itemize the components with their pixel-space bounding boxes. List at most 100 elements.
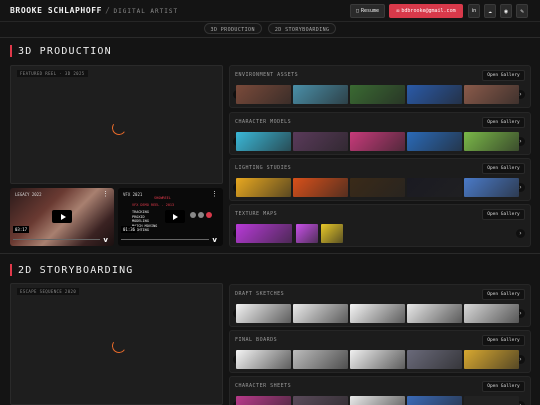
video-duration: 01:36: [121, 226, 138, 233]
carousel-next-icon[interactable]: ›: [516, 229, 525, 238]
gallery-thumbnail[interactable]: [464, 304, 519, 323]
more-options-icon[interactable]: ⋮: [211, 190, 218, 198]
brand-separator: /: [105, 6, 111, 15]
open-gallery-button[interactable]: Open Gallery: [482, 70, 525, 81]
email-label: bdbrooke@gmail.com: [401, 8, 456, 14]
cloud-icon[interactable]: ☁: [484, 4, 496, 18]
open-gallery-button[interactable]: Open Gallery: [482, 117, 525, 128]
gallery-thumbnail[interactable]: [293, 85, 348, 104]
mail-icon: ✉: [396, 8, 400, 14]
gallery-thumbnail[interactable]: [293, 350, 348, 369]
pencil-icon[interactable]: ✎: [516, 4, 528, 18]
gallery-thumbnail[interactable]: [407, 350, 462, 369]
clock-icon[interactable]: [198, 212, 204, 218]
tab-3d-production[interactable]: 3D PRODUCTION: [203, 23, 262, 34]
gallery-label: CHARACTER SHEETS: [235, 383, 292, 389]
gallery-thumbnail[interactable]: [350, 132, 405, 151]
open-gallery-button[interactable]: Open Gallery: [482, 209, 525, 220]
video-vfx[interactable]: VFX 2021 ⋮ SHOWREEL VFX DEMO REEL - 2013…: [118, 188, 223, 246]
gallery-label: FINAL BOARDS: [235, 337, 278, 343]
video-duration: 03:17: [13, 226, 30, 233]
artist-name: BROOKE SCHLAPHOFF: [10, 6, 103, 15]
email-button[interactable]: ✉ bdbrooke@gmail.com: [389, 4, 463, 18]
like-icon[interactable]: [190, 212, 196, 218]
gallery-label: ENVIRONMENT ASSETS: [235, 72, 299, 78]
open-gallery-button[interactable]: Open Gallery: [482, 335, 525, 346]
escape-sequence-label: ESCAPE SEQUENCE 2020: [17, 288, 80, 295]
gallery-thumbnail[interactable]: [293, 396, 348, 405]
open-gallery-button[interactable]: Open Gallery: [482, 381, 525, 392]
video-progress-bar[interactable]: [13, 239, 100, 240]
artist-role: DIGITAL ARTIST: [113, 8, 179, 15]
gallery-thumbnail[interactable]: [407, 132, 462, 151]
gallery-thumbnail[interactable]: [464, 132, 519, 151]
section-title-text: 2D STORYBOARDING: [18, 264, 134, 276]
gallery-thumbnail[interactable]: [236, 304, 291, 323]
gallery-thumbnail[interactable]: [236, 396, 291, 405]
gallery-thumbnail[interactable]: [293, 178, 348, 197]
gallery-thumbnail[interactable]: [407, 85, 462, 104]
gallery-thumbnail[interactable]: [236, 85, 291, 104]
gallery-card-2: LIGHTING STUDIESOpen Gallery‹›: [229, 158, 531, 201]
section-title-text: 3D PRODUCTION: [18, 45, 112, 57]
gallery-thumbnail[interactable]: [321, 224, 343, 243]
video-title: LEGACY 2022: [15, 192, 42, 197]
gallery-label: DRAFT SKETCHES: [235, 291, 285, 297]
gallery-label: CHARACTER MODELS: [235, 119, 292, 125]
gallery-thumbnail[interactable]: [236, 132, 291, 151]
gallery-card-3: TEXTURE MAPSOpen Gallery‹›: [229, 204, 531, 247]
loading-spinner-icon: [110, 337, 128, 355]
palette-icon[interactable]: ◉: [500, 4, 512, 18]
escape-sequence-player[interactable]: ESCAPE SEQUENCE 2020: [10, 283, 223, 405]
gallery-thumbnail[interactable]: [293, 304, 348, 323]
video-action-icons: [190, 212, 212, 218]
gallery-thumbnail[interactable]: [464, 350, 519, 369]
resume-button[interactable]: □ Resume: [350, 4, 385, 18]
gallery-card-2: CHARACTER SHEETSOpen Gallery‹›: [229, 376, 531, 405]
open-gallery-button[interactable]: Open Gallery: [482, 163, 525, 174]
gallery-card-0: DRAFT SKETCHESOpen Gallery‹›: [229, 284, 531, 327]
linkedin-icon[interactable]: in: [468, 4, 480, 18]
gallery-thumbnail[interactable]: [407, 396, 462, 405]
gallery-card-1: FINAL BOARDSOpen Gallery‹›: [229, 330, 531, 373]
play-button[interactable]: [52, 210, 72, 223]
featured-reel-player[interactable]: FEATURED REEL · 3D 2025: [10, 65, 223, 184]
gallery-thumbnail[interactable]: [350, 178, 405, 197]
video-progress-bar[interactable]: [121, 239, 209, 240]
vimeo-icon[interactable]: v: [103, 236, 108, 244]
gallery-thumbnail[interactable]: [350, 350, 405, 369]
gallery-thumbnail[interactable]: [236, 350, 291, 369]
gallery-thumbnail[interactable]: [293, 132, 348, 151]
gallery-thumbnail[interactable]: [350, 85, 405, 104]
showreel-overlay-label: SHOWREEL: [154, 196, 171, 200]
more-options-icon[interactable]: ⋮: [102, 190, 109, 198]
video-legacy[interactable]: LEGACY 2022 ⋮ 03:17 v: [10, 188, 114, 246]
gallery-thumbnail[interactable]: [236, 224, 292, 243]
play-button[interactable]: [164, 210, 185, 223]
tabs-divider: [0, 37, 540, 38]
top-bar: BROOKE SCHLAPHOFF / DIGITAL ARTIST □ Resum…: [0, 0, 540, 22]
gallery-thumbnail[interactable]: [464, 396, 519, 405]
gallery-thumbnail[interactable]: [464, 85, 519, 104]
loading-spinner-icon: [110, 119, 128, 137]
gallery-label: TEXTURE MAPS: [235, 211, 278, 217]
gallery-thumbnail[interactable]: [236, 178, 291, 197]
gallery-thumbnail[interactable]: [350, 304, 405, 323]
gallery-thumbnail[interactable]: [407, 304, 462, 323]
section-title-2d: 2D STORYBOARDING: [10, 264, 134, 276]
resume-label: Resume: [360, 8, 380, 14]
tab-2d-storyboarding[interactable]: 2D STORYBOARDING: [267, 23, 337, 34]
featured-reel-label: FEATURED REEL · 3D 2025: [17, 70, 88, 77]
gallery-thumbnail[interactable]: [407, 178, 462, 197]
gallery-thumbnail[interactable]: [350, 396, 405, 405]
gallery-thumbnail[interactable]: [464, 178, 519, 197]
gallery-thumbnail[interactable]: [296, 224, 318, 243]
vimeo-icon[interactable]: v: [212, 236, 217, 244]
gallery-card-0: ENVIRONMENT ASSETSOpen Gallery‹›: [229, 65, 531, 108]
site-brand[interactable]: BROOKE SCHLAPHOFF / DIGITAL ARTIST: [10, 6, 178, 15]
open-gallery-button[interactable]: Open Gallery: [482, 289, 525, 300]
document-icon: □: [355, 8, 359, 14]
gallery-card-1: CHARACTER MODELSOpen Gallery‹›: [229, 112, 531, 155]
share-icon[interactable]: [206, 212, 212, 218]
accent-bar: [10, 264, 12, 276]
